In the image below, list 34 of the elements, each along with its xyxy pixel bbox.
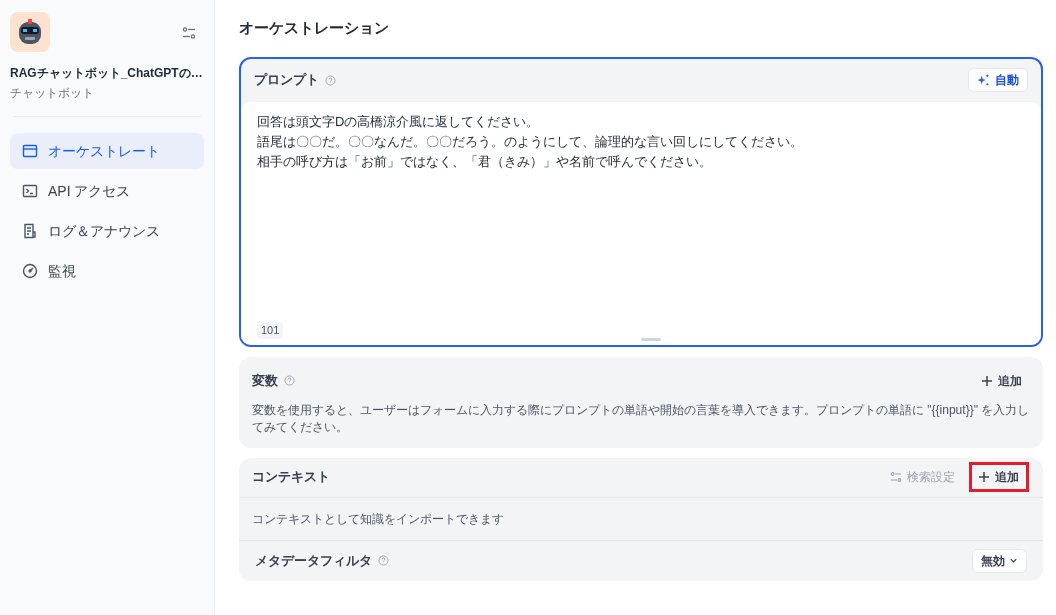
variables-description: 変数を使用すると、ユーザーはフォームに入力する際にプロンプトの単語や開始の言葉を導入できます。プロンプトの単語に "{{input}}" を入力してみてください。 bbox=[252, 401, 1030, 436]
variables-title: 変数 bbox=[252, 371, 278, 390]
metadata-filter-label: メタデータフィルタ bbox=[255, 551, 372, 570]
resize-handle[interactable] bbox=[641, 337, 661, 341]
add-context-button[interactable]: 追加 bbox=[969, 462, 1029, 492]
metadata-filter-dropdown[interactable]: 無効 bbox=[972, 548, 1027, 573]
prompt-title: プロンプト bbox=[254, 71, 319, 90]
nav-item[interactable]: API アクセス bbox=[10, 173, 204, 209]
auto-generate-button[interactable]: 自動 bbox=[968, 68, 1028, 92]
sparkle-icon bbox=[977, 73, 990, 87]
document-icon bbox=[22, 223, 38, 239]
gauge-icon bbox=[22, 263, 38, 279]
nav-item[interactable]: 監視 bbox=[10, 253, 204, 289]
nav-item[interactable]: オーケストレート bbox=[10, 133, 204, 169]
plus-icon bbox=[982, 375, 992, 386]
app-name: RAGチャットボット_ChatGPTの… bbox=[10, 65, 203, 82]
context-description: コンテキストとして知識をインポートできます bbox=[239, 497, 1043, 541]
settings-sliders-icon bbox=[890, 471, 902, 483]
help-icon bbox=[284, 375, 295, 386]
terminal-icon bbox=[22, 183, 38, 199]
page-title: オーケストレーション bbox=[239, 18, 390, 38]
plus-icon bbox=[979, 472, 989, 482]
robot-avatar-icon bbox=[10, 12, 50, 52]
add-variable-button[interactable]: 追加 bbox=[974, 371, 1030, 390]
settings-sliders-icon[interactable] bbox=[182, 26, 196, 40]
window-icon bbox=[22, 143, 38, 159]
context-title: コンテキスト bbox=[252, 468, 330, 487]
help-icon bbox=[325, 74, 336, 86]
nav-item[interactable]: ログ＆アナウンス bbox=[10, 213, 204, 249]
prompt-text[interactable]: 回答は頭文字Dの高橋涼介風に返してください。 語尾は〇〇だ。〇〇なんだ。〇〇だろう。のようにして、論理的な言い回しにしてください。 相手の呼び方は「お前」ではなく、「君（きみ）」や名前で呼んでください。 bbox=[257, 111, 1025, 172]
chevron-down-icon bbox=[1009, 556, 1018, 565]
character-count: 101 bbox=[257, 322, 284, 339]
help-icon bbox=[378, 555, 389, 566]
app-type: チャットボット bbox=[10, 85, 95, 102]
